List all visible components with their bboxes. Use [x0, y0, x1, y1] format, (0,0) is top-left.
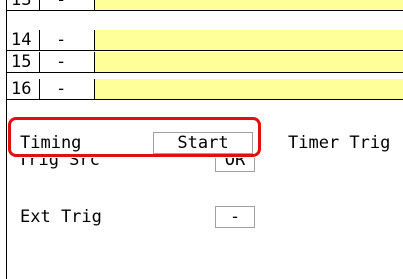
- row-value: -: [39, 30, 94, 50]
- row-number: 15: [11, 52, 32, 72]
- row-setting-cell[interactable]: [94, 52, 403, 72]
- row-number: 14: [11, 30, 32, 50]
- table-row[interactable]: 16 -: [7, 79, 403, 100]
- row-setting-cell[interactable]: [94, 0, 403, 10]
- row-value: -: [39, 52, 94, 72]
- ext-trig-value[interactable]: -: [215, 206, 255, 228]
- row-value: -: [39, 0, 94, 10]
- channel-table: 13 - 14 - 15 - 16 -: [7, 0, 403, 100]
- timer-trig-label: Timer Trig: [288, 133, 391, 153]
- row-setting-cell[interactable]: [94, 30, 403, 50]
- row-setting-cell[interactable]: [94, 79, 403, 99]
- table-row[interactable]: 14 -: [7, 30, 403, 51]
- table-row[interactable]: 13 -: [7, 0, 403, 11]
- row-value: -: [39, 79, 94, 99]
- trig-src-label: Trig Src: [18, 158, 100, 170]
- ext-trig-label: Ext Trig: [20, 207, 102, 227]
- highlight-box: [8, 117, 261, 157]
- row-number: 16: [11, 79, 32, 99]
- table-row[interactable]: 15 -: [7, 52, 403, 73]
- row-number: 13: [11, 0, 32, 10]
- trig-src-value[interactable]: OR: [215, 158, 255, 172]
